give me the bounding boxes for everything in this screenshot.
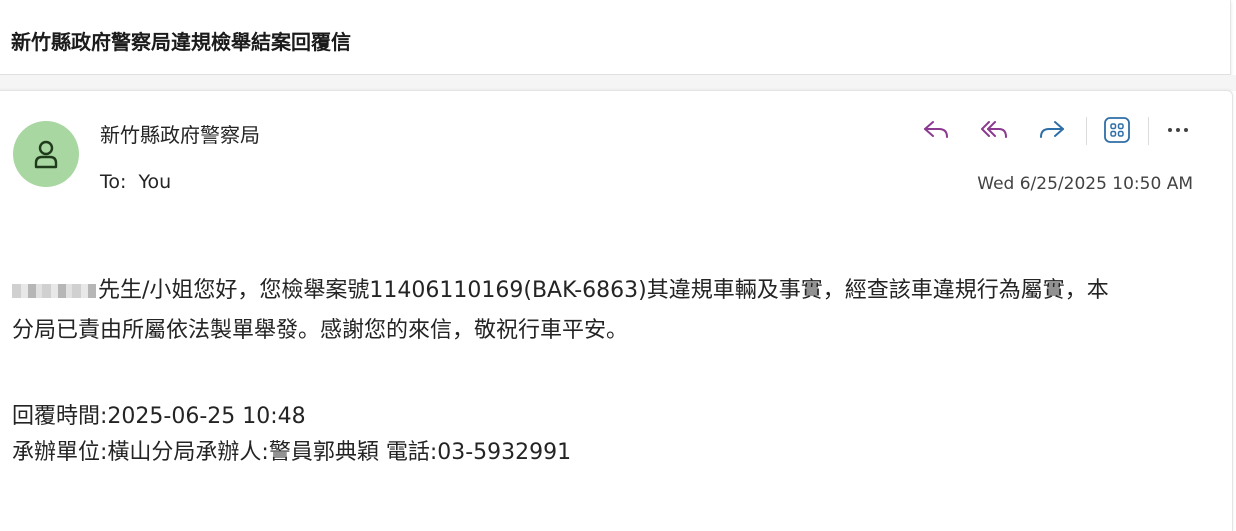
sender-name[interactable]: 新竹縣政府警察局 <box>100 119 260 148</box>
avatar[interactable] <box>13 121 79 187</box>
body-line-2: 分局已責由所屬依法製單舉發。感謝您的來信，敬祝行車平安。 <box>12 318 629 343</box>
reply-button[interactable] <box>918 113 954 147</box>
body-paragraph: 先生/小姐您好，您檢舉案號11406110169(BAK-6863)其違規車輛及… <box>12 271 1202 311</box>
reply-all-icon <box>981 121 1007 138</box>
recipient-line: To: You <box>100 171 171 193</box>
email-subject: 新竹縣政府警察局違規檢舉結案回覆信 <box>11 30 351 54</box>
reply-icon <box>924 121 948 138</box>
forward-icon <box>1040 121 1064 138</box>
more-icon <box>1168 128 1188 132</box>
toolbar-divider <box>1148 117 1149 145</box>
reply-details: 回覆時間:2025-06-25 10:48 承辦單位:橫山分局承辦人:警員郭典穎… <box>12 399 571 471</box>
person-icon <box>34 140 58 169</box>
more-options-button[interactable] <box>1160 113 1196 147</box>
body-line-1: 先生/小姐您好，您檢舉案號11406110169(BAK-6863)其違規車輛及… <box>98 278 1109 303</box>
reply-time: 回覆時間:2025-06-25 10:48 <box>12 404 306 429</box>
reply-all-button[interactable] <box>976 113 1012 147</box>
forward-button[interactable] <box>1034 113 1070 147</box>
message-date: Wed 6/25/2025 10:50 AM <box>977 174 1193 194</box>
apps-icon <box>1104 117 1130 143</box>
to-label: To: <box>100 171 127 193</box>
redacted-name <box>12 284 96 298</box>
message-card: 新竹縣政府警察局 To: You Wed 6/25/2025 10:50 AM <box>0 90 1233 531</box>
message-body: 先生/小姐您好，您檢舉案號11406110169(BAK-6863)其違規車輛及… <box>12 271 1202 351</box>
apps-button[interactable] <box>1099 113 1135 147</box>
toolbar-divider <box>1086 117 1087 145</box>
gutter <box>0 75 1236 91</box>
subject-bar: 新竹縣政府警察局違規檢舉結案回覆信 <box>0 0 1231 75</box>
recipient-value[interactable]: You <box>138 171 171 193</box>
handler-info: 承辦單位:橫山分局承辦人:警員郭典穎 電話:03-5932991 <box>12 440 572 465</box>
